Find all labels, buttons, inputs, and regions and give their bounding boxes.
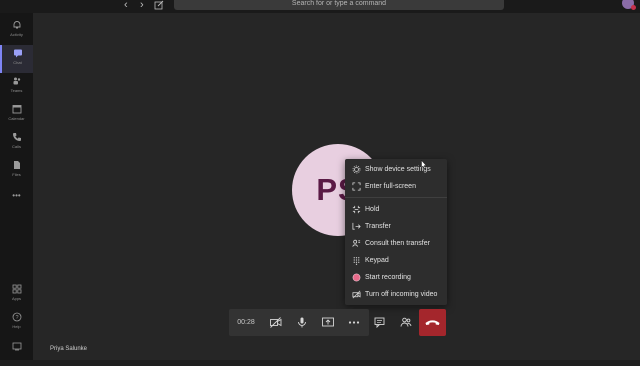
rail-item-chat[interactable]: Chat xyxy=(0,45,33,73)
menu-item-transfer[interactable]: Transfer xyxy=(345,219,447,234)
compose-icon[interactable] xyxy=(154,0,164,10)
menu-item-label: Keypad xyxy=(365,257,389,264)
hold-icon xyxy=(352,205,361,214)
rail-label: Chat xyxy=(13,60,22,65)
participants-button[interactable] xyxy=(393,309,419,336)
forward-arrow-icon[interactable]: › xyxy=(140,0,144,11)
participants-icon xyxy=(400,317,412,327)
rail-item-help[interactable]: ? Help xyxy=(0,309,33,337)
hang-up-button[interactable] xyxy=(419,309,446,336)
keypad-icon xyxy=(353,257,360,265)
menu-item-device-settings[interactable]: Show device settings xyxy=(345,162,447,177)
menu-item-label: Consult then transfer xyxy=(365,240,430,247)
app-rail: Activity Chat Teams Calendar Calls Files… xyxy=(0,13,33,360)
rail-item-activity[interactable]: Activity xyxy=(0,17,33,45)
menu-item-label: Turn off incoming video xyxy=(365,291,438,298)
bell-icon xyxy=(13,21,20,29)
menu-item-fullscreen[interactable]: Enter full-screen xyxy=(345,179,447,194)
rail-label: Files xyxy=(12,172,21,177)
title-bar: ‹ › Search for or type a command xyxy=(0,0,640,13)
back-arrow-icon[interactable]: ‹ xyxy=(124,0,128,11)
svg-text:?: ? xyxy=(15,315,18,321)
more-dots-icon xyxy=(348,321,360,324)
record-icon xyxy=(352,273,361,282)
chat-icon xyxy=(374,317,385,328)
menu-item-label: Transfer xyxy=(365,223,391,230)
rail-item-calls[interactable]: Calls xyxy=(0,129,33,157)
phone-icon xyxy=(12,133,21,141)
rail-item-device[interactable] xyxy=(0,338,33,366)
menu-item-keypad[interactable]: Keypad xyxy=(345,253,447,268)
rail-more-button[interactable]: ••• xyxy=(0,189,33,217)
video-off-icon xyxy=(352,290,361,299)
chat-icon xyxy=(13,49,22,58)
rail-item-calendar[interactable]: Calendar xyxy=(0,101,33,129)
rail-label: Calendar xyxy=(8,116,25,121)
presence-badge xyxy=(631,5,636,10)
camera-toggle-button[interactable] xyxy=(263,309,289,336)
menu-item-start-recording[interactable]: Start recording xyxy=(345,270,447,285)
mic-toggle-button[interactable] xyxy=(289,309,315,336)
rail-item-teams[interactable]: Teams xyxy=(0,73,33,101)
video-off-icon xyxy=(270,317,282,328)
menu-item-label: Enter full-screen xyxy=(365,183,416,190)
rail-label: Calls xyxy=(12,144,21,149)
show-conversation-button[interactable] xyxy=(367,309,393,336)
call-timer: 00:28 xyxy=(237,319,255,326)
menu-divider xyxy=(345,197,447,198)
fullscreen-icon xyxy=(352,182,361,191)
transfer-icon xyxy=(352,222,361,230)
rail-label: Activity xyxy=(10,32,23,37)
file-icon xyxy=(13,161,20,169)
hang-up-icon xyxy=(425,320,440,325)
teams-icon xyxy=(13,77,20,85)
menu-item-label: Hold xyxy=(365,206,380,213)
menu-item-label: Start recording xyxy=(365,274,411,281)
caller-name-label: Priya Salunke xyxy=(50,346,88,352)
microphone-icon xyxy=(298,317,306,328)
menu-item-consult-transfer[interactable]: Consult then transfer xyxy=(345,236,447,251)
share-screen-button[interactable] xyxy=(315,309,341,336)
gear-icon xyxy=(352,165,361,174)
rail-item-files[interactable]: Files xyxy=(0,157,33,185)
apps-icon xyxy=(12,284,21,294)
consult-icon xyxy=(352,239,361,247)
calendar-icon xyxy=(12,105,21,114)
rail-item-apps[interactable]: Apps xyxy=(0,281,33,309)
rail-label: Teams xyxy=(10,88,23,93)
menu-item-turn-off-video[interactable]: Turn off incoming video xyxy=(345,287,447,302)
search-input[interactable]: Search for or type a command xyxy=(174,0,504,10)
help-icon: ? xyxy=(12,312,21,322)
share-screen-icon xyxy=(322,317,334,327)
device-icon xyxy=(12,342,21,351)
more-actions-button[interactable] xyxy=(341,309,367,336)
rail-label: Help xyxy=(12,324,21,329)
mouse-cursor-icon xyxy=(421,160,427,169)
menu-item-hold[interactable]: Hold xyxy=(345,202,447,217)
rail-label: Apps xyxy=(11,296,22,301)
more-actions-menu: Show device settings Enter full-screen H… xyxy=(345,159,447,305)
